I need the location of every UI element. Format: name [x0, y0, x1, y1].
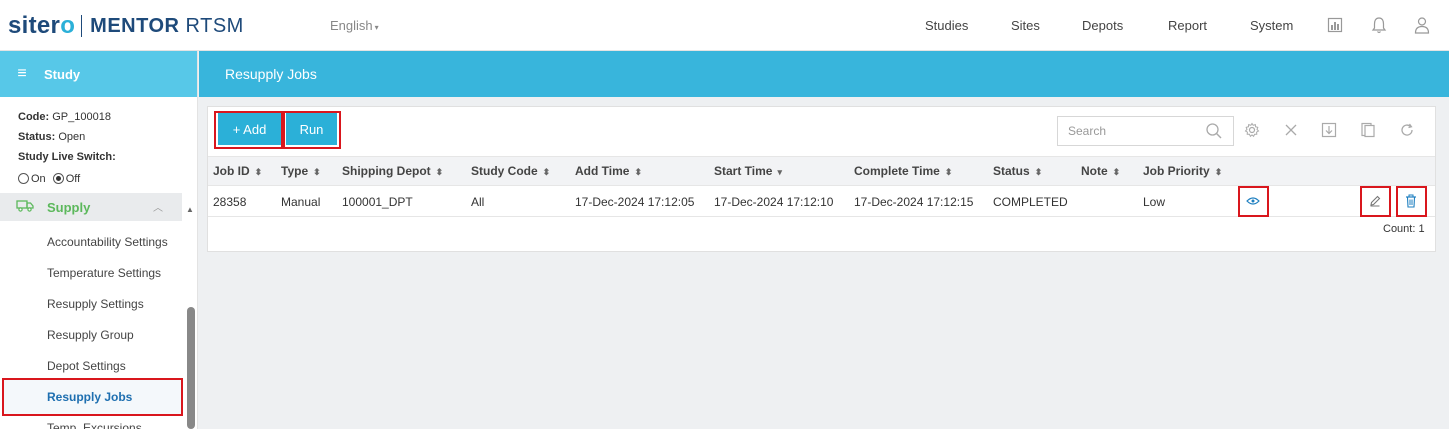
sidebar-item-temperature-settings[interactable]: Temperature Settings [47, 266, 161, 280]
study-code-value: GP_100018 [52, 111, 111, 123]
logo-divider [81, 15, 83, 37]
col-type[interactable]: Type ⬍ [281, 164, 321, 178]
settings-gear-icon[interactable] [1243, 121, 1261, 139]
record-count: Count: 1 [1383, 223, 1425, 235]
cell-type: Manual [281, 195, 321, 209]
col-status[interactable]: Status ⬍ [993, 164, 1042, 178]
sort-icon: ⬍ [542, 167, 551, 177]
sidebar-item-temp-excursions[interactable]: Temp. Excursions [47, 421, 142, 429]
study-code-row: Code: GP_100018 [18, 111, 111, 123]
sidebar-header: ≡ Study [0, 51, 197, 97]
cell-start-time: 17-Dec-2024 17:12:10 [714, 195, 834, 209]
nav-depots[interactable]: Depots [1082, 18, 1123, 33]
refresh-icon[interactable] [1398, 121, 1416, 139]
sidebar: ≡ Study Code: GP_100018 Status: Open Stu… [0, 51, 198, 429]
study-live-switch-label: Study Live Switch: [18, 151, 116, 163]
edit-icon-highlight [1360, 186, 1391, 217]
sidebar-scrollbar[interactable] [187, 307, 195, 429]
sort-icon: ⬍ [634, 167, 642, 177]
cell-study-code: All [471, 195, 485, 209]
cell-add-time: 17-Dec-2024 17:12:05 [575, 195, 695, 209]
clear-filter-icon[interactable] [1282, 121, 1300, 139]
run-button-highlight [283, 111, 341, 149]
cell-job-priority: Low [1143, 195, 1166, 209]
live-on-radio[interactable] [18, 173, 29, 184]
sidebar-item-depot-settings[interactable]: Depot Settings [47, 359, 126, 373]
col-study-code[interactable]: Study Code ⬍ [471, 164, 550, 178]
chevron-up-icon[interactable]: ︿ [153, 199, 163, 214]
study-live-switch: On Off [18, 169, 179, 189]
page-header: Resupply Jobs [199, 51, 1449, 97]
nav-studies[interactable]: Studies [925, 18, 968, 33]
nav-system[interactable]: System [1250, 18, 1293, 33]
sidebar-item-accountability-settings[interactable]: Accountability Settings [47, 235, 168, 249]
col-job-priority[interactable]: Job Priority ⬍ [1143, 164, 1222, 178]
col-job-id[interactable]: Job ID ⬍ [213, 164, 262, 178]
sort-icon: ⬍ [313, 167, 321, 177]
product-name: MENTOR RTSM [90, 14, 244, 37]
search-input[interactable] [1058, 117, 1198, 145]
search-icon[interactable] [1205, 122, 1223, 143]
study-info: Code: GP_100018 Status: Open Study Live … [0, 97, 197, 189]
dashboard-icon[interactable] [1325, 14, 1345, 36]
export-download-icon[interactable] [1320, 121, 1338, 139]
scroll-up-arrow-icon[interactable]: ▲ [186, 205, 194, 214]
view-icon-highlight [1238, 186, 1269, 217]
truck-icon [16, 199, 36, 215]
bell-icon[interactable] [1369, 14, 1389, 36]
caret-down-icon: ▾ [374, 23, 379, 32]
nav-report[interactable]: Report [1168, 18, 1207, 33]
page-title: Resupply Jobs [225, 66, 317, 82]
cell-status: COMPLETED [993, 195, 1068, 209]
col-note[interactable]: Note ⬍ [1081, 164, 1120, 178]
sort-icon: ⬍ [254, 167, 263, 177]
cell-complete-time: 17-Dec-2024 17:12:15 [854, 195, 974, 209]
sort-icon: ⬍ [944, 167, 953, 177]
delete-icon-highlight [1396, 186, 1427, 217]
sidebar-item-resupply-group[interactable]: Resupply Group [47, 328, 134, 342]
sort-icon: ⬍ [435, 167, 444, 177]
study-status-value: Open [58, 131, 86, 143]
sidebar-section-label: Supply [47, 199, 91, 215]
live-on-label: On [31, 173, 46, 185]
sort-icon: ⬍ [1112, 167, 1121, 177]
live-off-label: Off [65, 173, 81, 185]
sort-icon: ⬍ [1214, 167, 1223, 177]
sidebar-title: Study [44, 66, 81, 82]
cell-job-id: 28358 [213, 195, 247, 209]
sidebar-item-resupply-jobs[interactable]: Resupply Jobs [47, 390, 132, 404]
add-button-highlight [214, 111, 283, 149]
col-complete-time[interactable]: Complete Time ⬍ [854, 164, 952, 178]
sort-icon: ⬍ [1034, 167, 1043, 177]
user-icon[interactable] [1412, 14, 1432, 36]
sort-desc-icon: ▾ [777, 167, 782, 177]
brand-name: sitero [8, 12, 76, 39]
copy-icon[interactable] [1359, 121, 1377, 139]
search-box [1057, 116, 1234, 146]
col-add-time[interactable]: Add Time ⬍ [575, 164, 642, 178]
language-selector[interactable]: English ▾ [330, 18, 379, 33]
sidebar-item-resupply-settings[interactable]: Resupply Settings [47, 297, 144, 311]
nav-sites[interactable]: Sites [1011, 18, 1040, 33]
sidebar-section-supply[interactable]: Supply ︿ [0, 193, 182, 221]
cell-shipping-depot: 100001_DPT [342, 195, 413, 209]
hamburger-menu-icon[interactable]: ≡ [0, 65, 44, 83]
top-bar: sitero MENTOR RTSM English ▾ Studies Site… [0, 0, 1449, 51]
live-off-radio[interactable] [52, 173, 64, 184]
col-start-time[interactable]: Start Time ▾ [714, 164, 782, 178]
col-shipping-depot[interactable]: Shipping Depot ⬍ [342, 164, 443, 178]
app-logo[interactable]: sitero MENTOR RTSM [8, 12, 244, 40]
study-status-row: Status: Open [18, 131, 86, 143]
